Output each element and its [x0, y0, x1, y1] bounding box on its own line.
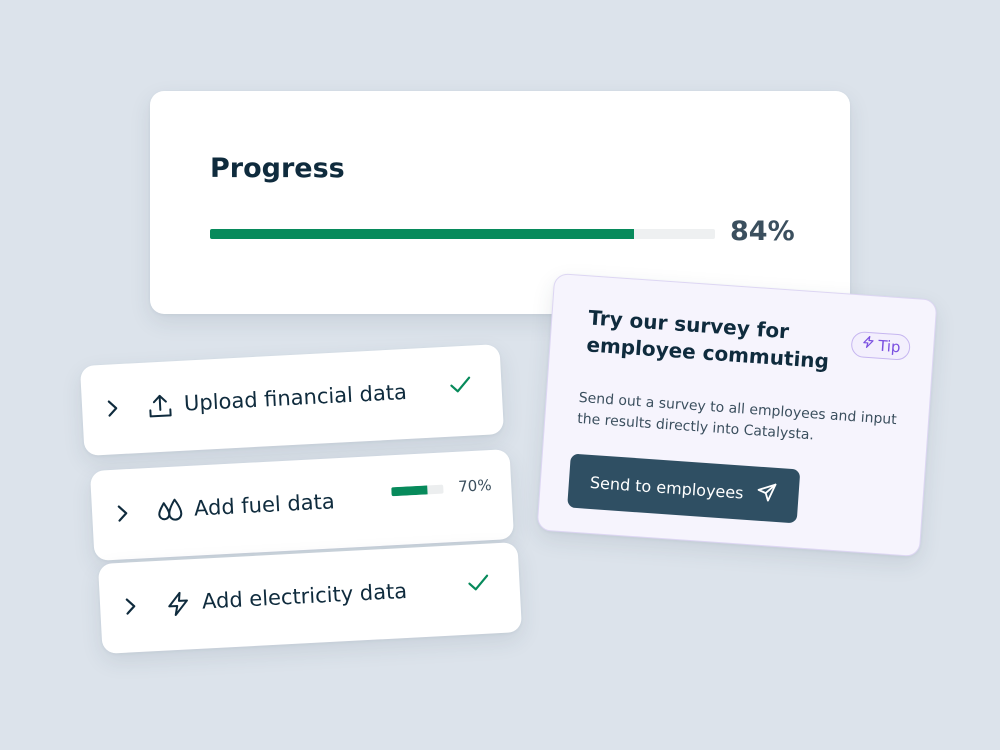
send-to-employees-label: Send to employees: [589, 472, 745, 503]
task-progress-bar-fill: [391, 485, 429, 497]
progress-card: Progress 84%: [150, 91, 850, 314]
droplets-icon: [155, 496, 184, 525]
task-item-upload-financial-data[interactable]: Upload financial data: [79, 344, 505, 456]
progress-value: 84%: [730, 216, 795, 247]
lightning-icon: [163, 589, 192, 618]
upload-icon: [145, 391, 174, 420]
lightning-icon: [860, 333, 876, 358]
tip-card: Try our survey for employee commuting Ti…: [536, 272, 938, 558]
tip-title: Try our survey for employee commuting: [585, 305, 830, 374]
progress-title: Progress: [210, 153, 345, 184]
chevron-right-icon[interactable]: [106, 398, 121, 424]
progress-bar-fill: [210, 229, 635, 239]
task-label: Add fuel data: [193, 489, 336, 521]
checkmark-icon: [465, 570, 492, 597]
tip-badge-label: Tip: [877, 336, 902, 357]
progress-bar: [210, 229, 715, 239]
task-item-add-fuel-data[interactable]: Add fuel data 70%: [89, 449, 515, 561]
chevron-right-icon[interactable]: [116, 503, 131, 529]
task-progress-bar: [391, 484, 444, 497]
tip-badge: Tip: [850, 330, 912, 361]
task-label: Add electricity data: [201, 578, 408, 614]
task-progress-value: 70%: [457, 476, 493, 496]
chevron-right-icon[interactable]: [124, 596, 139, 622]
task-label: Upload financial data: [183, 379, 408, 416]
tip-description: Send out a survey to all employees and i…: [576, 389, 898, 444]
send-to-employees-button[interactable]: Send to employees: [567, 453, 801, 524]
send-icon: [755, 481, 779, 508]
checkmark-icon: [447, 372, 474, 399]
task-item-add-electricity-data[interactable]: Add electricity data: [97, 542, 523, 654]
